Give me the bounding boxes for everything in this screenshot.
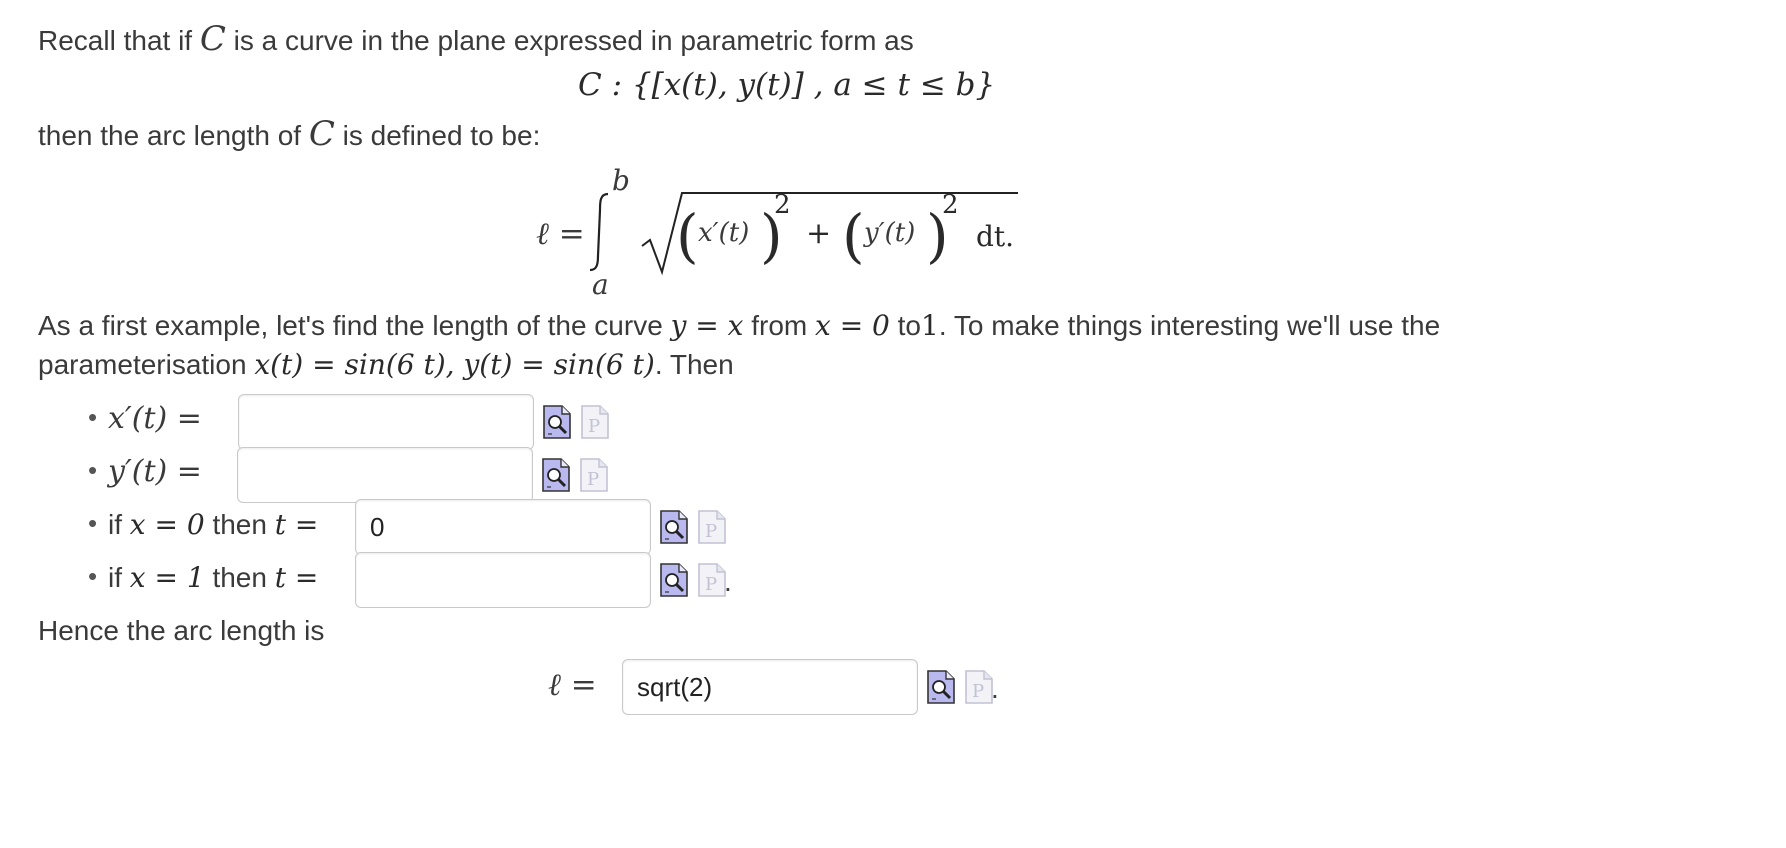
intro-line-2: then the arc length of C is defined to b… [38,117,540,153]
t-end-input[interactable] [355,552,651,608]
arc-length-formula: ℓ = b a ( x′(t) ) 2 + ( y′(t) ) 2 dt. [530,160,1030,301]
item-start-eq: x = 0 [129,508,205,541]
y-prime-input[interactable] [237,447,533,503]
integrand-y-prime: y′(t) [864,218,916,248]
syntax-p-icon[interactable] [579,457,609,493]
item-end-if: if [108,562,122,593]
example-eq-y-equals-x: y = x [670,309,744,342]
item-end-label: if x = 1 then t = [108,561,318,595]
bullet-4: • [88,561,98,591]
paren-open-y: ( [842,202,865,270]
syntax-p-icon[interactable] [964,669,994,705]
intro-line-2-post: is defined to be: [342,120,541,151]
example-num-1: 1 [921,309,939,342]
conclusion-text: Hence the arc length is [38,615,325,646]
item-x-prime-label: x′(t) = [108,401,202,436]
intro-line-1-pre: Recall that if [38,25,193,56]
exponent-x: 2 [774,190,791,220]
arc-length-input[interactable] [622,659,918,715]
syntax-p-icon[interactable] [697,509,727,545]
item-start-if: if [108,509,122,540]
example-text-1c: to [897,310,922,341]
preview-magnifier-icon[interactable] [659,509,689,545]
example-eq-x-equals-0: x = 0 [815,309,890,342]
intro-line-2-pre: then the arc length of [38,120,302,151]
intro-line-1-post: is a curve in the plane expressed in par… [233,25,914,56]
syntax-p-icon[interactable] [580,404,610,440]
plus-sign: + [806,216,832,251]
example-text-2a: parameterisation [38,349,247,380]
integrand-x-prime: x′(t) [698,218,750,248]
bullet-2: • [88,455,98,485]
bullet-1: • [88,402,98,432]
preview-magnifier-icon[interactable] [541,457,571,493]
item-start-then: then [212,509,267,540]
item-start-label: if x = 0 then t = [108,508,318,542]
conclusion-ell: ℓ = [548,667,597,703]
period: . [991,673,999,704]
example-text-2b: . Then [654,349,734,380]
paren-open-x: ( [676,202,699,270]
intro-line-1: Recall that if C is a curve in the plane… [38,22,914,58]
item-end-then: then [212,562,267,593]
bullet-3: • [88,508,98,538]
example-text-1b: from [751,310,808,341]
item-y-prime-label: y′(t) = [108,454,202,489]
example-line-1: As a first example, let's find the lengt… [38,309,1440,343]
item-end-eq: x = 1 [129,561,205,594]
preview-magnifier-icon[interactable] [542,404,572,440]
example-line-2: parameterisation x(t) = sin(6 t), y(t) =… [38,348,734,382]
curve-definition: C : {[x(t), y(t)] , a ≤ t ≤ b} [578,67,996,103]
example-text-1d: . To make things interesting we'll use t… [938,310,1441,341]
exponent-y: 2 [942,190,959,220]
curve-symbol: C [199,19,226,59]
x-prime-input[interactable] [238,394,534,450]
formula-dt: dt. [976,220,1015,253]
item-start-t: t = [274,508,319,541]
syntax-p-icon[interactable] [697,562,727,598]
curve-symbol-2: C [308,114,335,154]
example-text-1a: As a first example, let's find the lengt… [38,310,663,341]
preview-magnifier-icon[interactable] [926,669,956,705]
period: . [724,566,732,597]
preview-magnifier-icon[interactable] [659,562,689,598]
formula-ell: ℓ = [536,216,585,252]
example-parameterisation: x(t) = sin(6 t), y(t) = sin(6 t) [254,348,655,381]
t-start-input[interactable] [355,499,651,555]
item-end-t: t = [274,561,319,594]
